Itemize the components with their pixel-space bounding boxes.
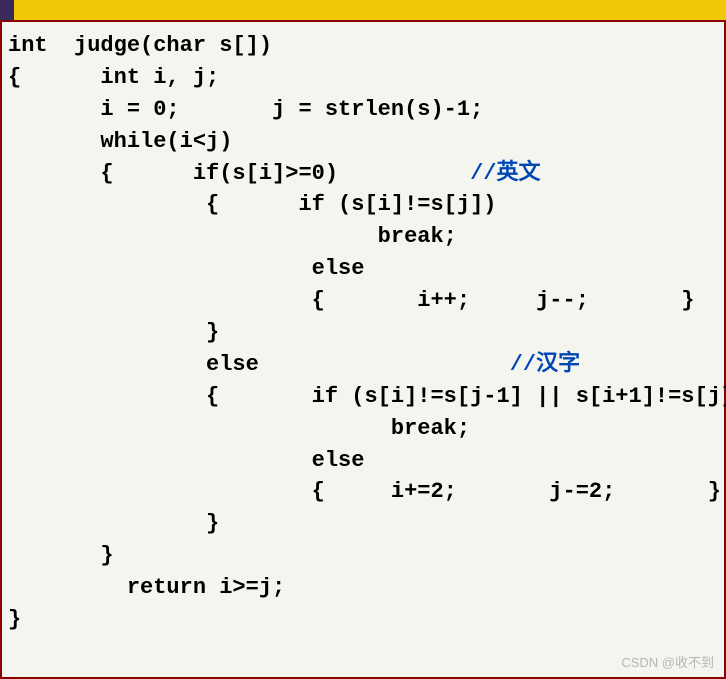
- code-line: }: [8, 508, 718, 540]
- code-line: else: [8, 253, 718, 285]
- code-line: { if (s[i]!=s[j]): [8, 189, 718, 221]
- code-line: int judge(char s[]): [8, 30, 718, 62]
- code-line: { if(s[i]>=0) //英文: [8, 158, 718, 190]
- code-text: else: [8, 352, 510, 377]
- code-line: return i>=j;: [8, 572, 718, 604]
- code-line: { if (s[i]!=s[j-1] || s[i+1]!=s[j]): [8, 381, 718, 413]
- watermark: CSDN @收不到: [621, 652, 714, 671]
- comment-english: //英文: [470, 161, 540, 186]
- code-line: i = 0; j = strlen(s)-1;: [8, 94, 718, 126]
- code-text: { if(s[i]>=0): [8, 161, 470, 186]
- code-line: }: [8, 317, 718, 349]
- code-line: { i+=2; j-=2; }: [8, 476, 718, 508]
- code-box: int judge(char s[]) { int i, j; i = 0; j…: [0, 20, 726, 679]
- code-line: { int i, j;: [8, 62, 718, 94]
- code-line: { i++; j--; }: [8, 285, 718, 317]
- comment-chinese: //汉字: [510, 352, 580, 377]
- code-line: }: [8, 540, 718, 572]
- code-line: }: [8, 604, 718, 636]
- code-line: else //汉字: [8, 349, 718, 381]
- top-decoration-bar: [0, 0, 726, 20]
- code-line: break;: [8, 413, 718, 445]
- code-line: break;: [8, 221, 718, 253]
- code-line: else: [8, 445, 718, 477]
- code-line: while(i<j): [8, 126, 718, 158]
